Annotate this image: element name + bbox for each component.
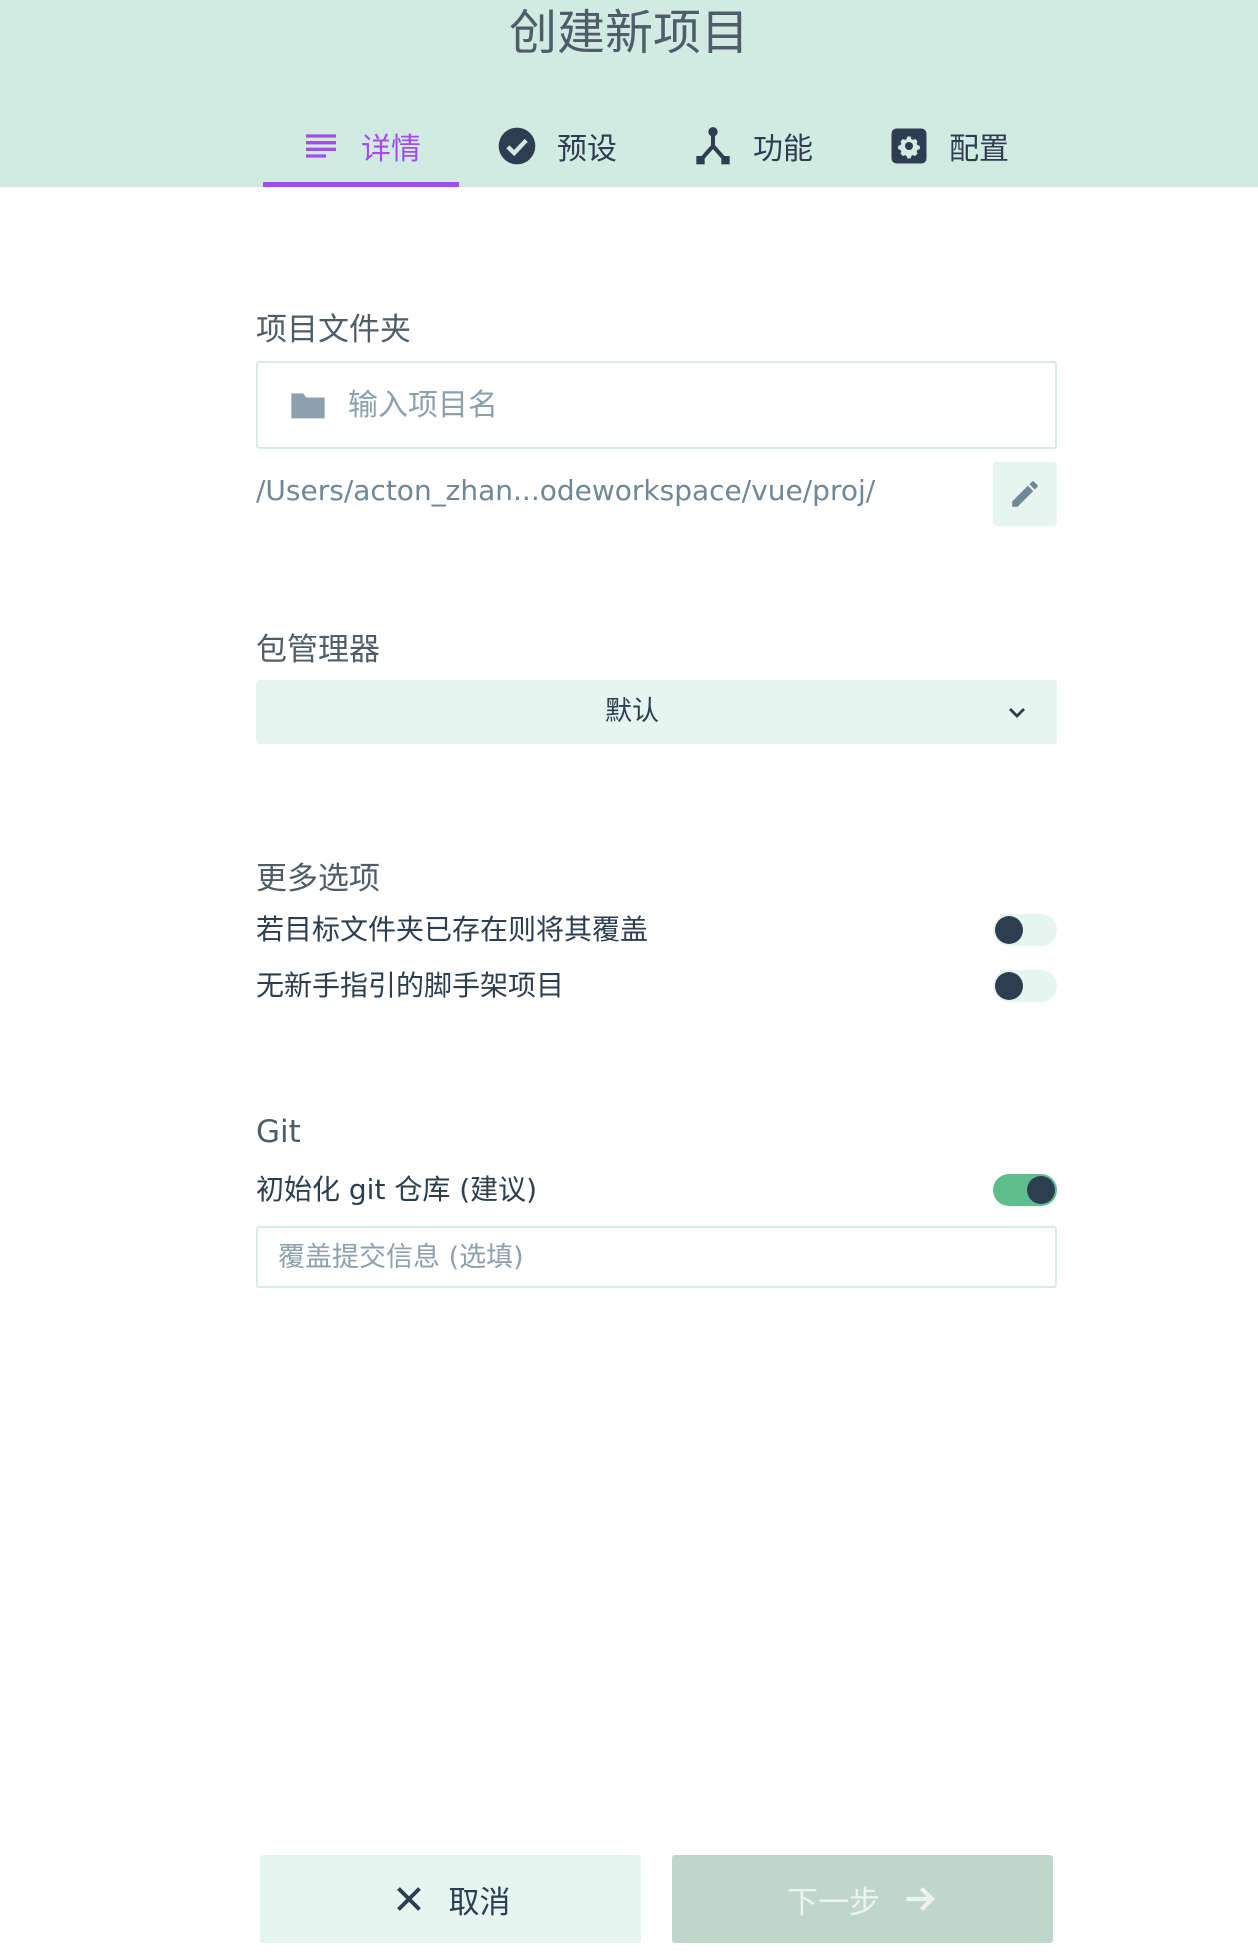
tab-label: 详情 bbox=[361, 132, 421, 167]
package-manager-label: 包管理器 bbox=[256, 632, 380, 668]
gear-icon bbox=[889, 126, 929, 166]
project-name-input[interactable] bbox=[348, 387, 1028, 423]
project-name-field[interactable] bbox=[256, 361, 1057, 449]
tab-features[interactable]: 功能 bbox=[655, 105, 851, 187]
list-icon bbox=[301, 126, 341, 166]
tab-details[interactable]: 详情 bbox=[263, 105, 459, 187]
more-options-label: 更多选项 bbox=[256, 861, 380, 897]
bare-scaffold-toggle[interactable] bbox=[993, 970, 1057, 1002]
next-button[interactable]: 下一步 bbox=[672, 1855, 1053, 1943]
overwrite-toggle[interactable] bbox=[993, 914, 1057, 946]
toggle-knob bbox=[995, 916, 1023, 944]
toggle-knob bbox=[1027, 1176, 1055, 1204]
git-init-toggle[interactable] bbox=[993, 1174, 1057, 1206]
package-manager-value: 默认 bbox=[605, 696, 659, 727]
option-label: 若目标文件夹已存在则将其覆盖 bbox=[256, 913, 649, 946]
tab-label: 功能 bbox=[753, 132, 813, 167]
tab-bar: 详情 预设 功能 配置 bbox=[263, 105, 1047, 187]
tab-config[interactable]: 配置 bbox=[851, 105, 1047, 187]
toggle-knob bbox=[995, 972, 1023, 1000]
option-row-git-init: 初始化 git 仓库 (建议) bbox=[256, 1170, 1057, 1210]
option-label: 初始化 git 仓库 (建议) bbox=[256, 1173, 538, 1206]
cancel-label: 取消 bbox=[448, 1884, 511, 1921]
close-icon bbox=[391, 1881, 427, 1917]
edit-path-button[interactable] bbox=[993, 462, 1057, 526]
arrow-right-icon bbox=[902, 1881, 938, 1917]
folder-icon bbox=[288, 385, 328, 425]
check-circle-icon bbox=[497, 126, 537, 166]
project-path: /Users/acton_zhan...odeworkspace/vue/pro… bbox=[256, 474, 876, 507]
commit-message-input[interactable] bbox=[278, 1241, 1038, 1273]
page-title: 创建新项目 bbox=[508, 5, 749, 61]
project-folder-label: 项目文件夹 bbox=[256, 312, 411, 348]
cancel-button[interactable]: 取消 bbox=[260, 1855, 641, 1943]
chevron-down-icon bbox=[1005, 700, 1029, 724]
option-row-overwrite: 若目标文件夹已存在则将其覆盖 bbox=[256, 910, 1057, 950]
pencil-icon bbox=[1012, 481, 1038, 507]
merge-icon bbox=[693, 126, 733, 166]
header: 创建新项目 详情 预设 功能 配置 bbox=[0, 0, 1258, 187]
option-row-bare: 无新手指引的脚手架项目 bbox=[256, 966, 1057, 1006]
tab-presets[interactable]: 预设 bbox=[459, 105, 655, 187]
git-label: Git bbox=[256, 1114, 301, 1150]
next-label: 下一步 bbox=[787, 1884, 880, 1921]
tab-label: 预设 bbox=[557, 132, 617, 167]
option-label: 无新手指引的脚手架项目 bbox=[256, 969, 565, 1002]
tab-label: 配置 bbox=[949, 132, 1009, 167]
package-manager-select[interactable]: 默认 bbox=[256, 680, 1057, 744]
commit-message-field[interactable] bbox=[256, 1226, 1057, 1288]
